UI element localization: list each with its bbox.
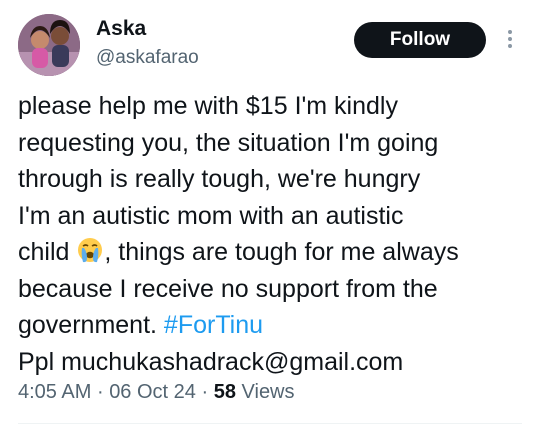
hashtag-link[interactable]: #ForTinu	[164, 311, 263, 339]
separator: ·	[201, 381, 209, 403]
tweet-line: Ppl muchukashadrack@gmail.com	[18, 347, 404, 376]
tweet-text: please help me with $15 I'm kindly reque…	[18, 88, 528, 380]
tweet-line: child , things are tough for me always	[18, 234, 528, 271]
views-count: 58	[213, 381, 236, 403]
tweet-line: because I receive no support from the	[18, 274, 438, 303]
profile-photo	[18, 14, 80, 76]
loudly-crying-face-icon	[78, 238, 103, 263]
more-options-icon[interactable]	[504, 28, 516, 50]
separator: ·	[96, 381, 104, 403]
tweet-line: I'm an autistic mom with an autistic	[18, 201, 404, 230]
tweet-time[interactable]: 4:05 AM	[18, 381, 91, 403]
tweet-line-text: government.	[18, 311, 164, 339]
author-display-name[interactable]: Aska	[96, 16, 146, 42]
tweet-meta: 4:05 AM · 06 Oct 24 · 58 Views	[18, 378, 295, 406]
tweet-line-text: , things are tough for me always	[104, 238, 459, 266]
divider	[18, 423, 522, 424]
tweet-line: government. #ForTinu	[18, 307, 528, 344]
tweet-line: please help me with $15 I'm kindly	[18, 92, 398, 120]
tweet-line: through is really tough, we're hungry	[18, 165, 421, 193]
views-label: Views	[241, 381, 295, 403]
tweet-line: requesting you, the situation I'm going	[18, 128, 439, 157]
tweet-date[interactable]: 06 Oct 24	[109, 381, 196, 403]
follow-button[interactable]: Follow	[354, 22, 486, 58]
author-handle[interactable]: @askafarao	[96, 46, 199, 70]
tweet-line-text: child	[18, 238, 77, 266]
avatar[interactable]	[18, 14, 80, 76]
